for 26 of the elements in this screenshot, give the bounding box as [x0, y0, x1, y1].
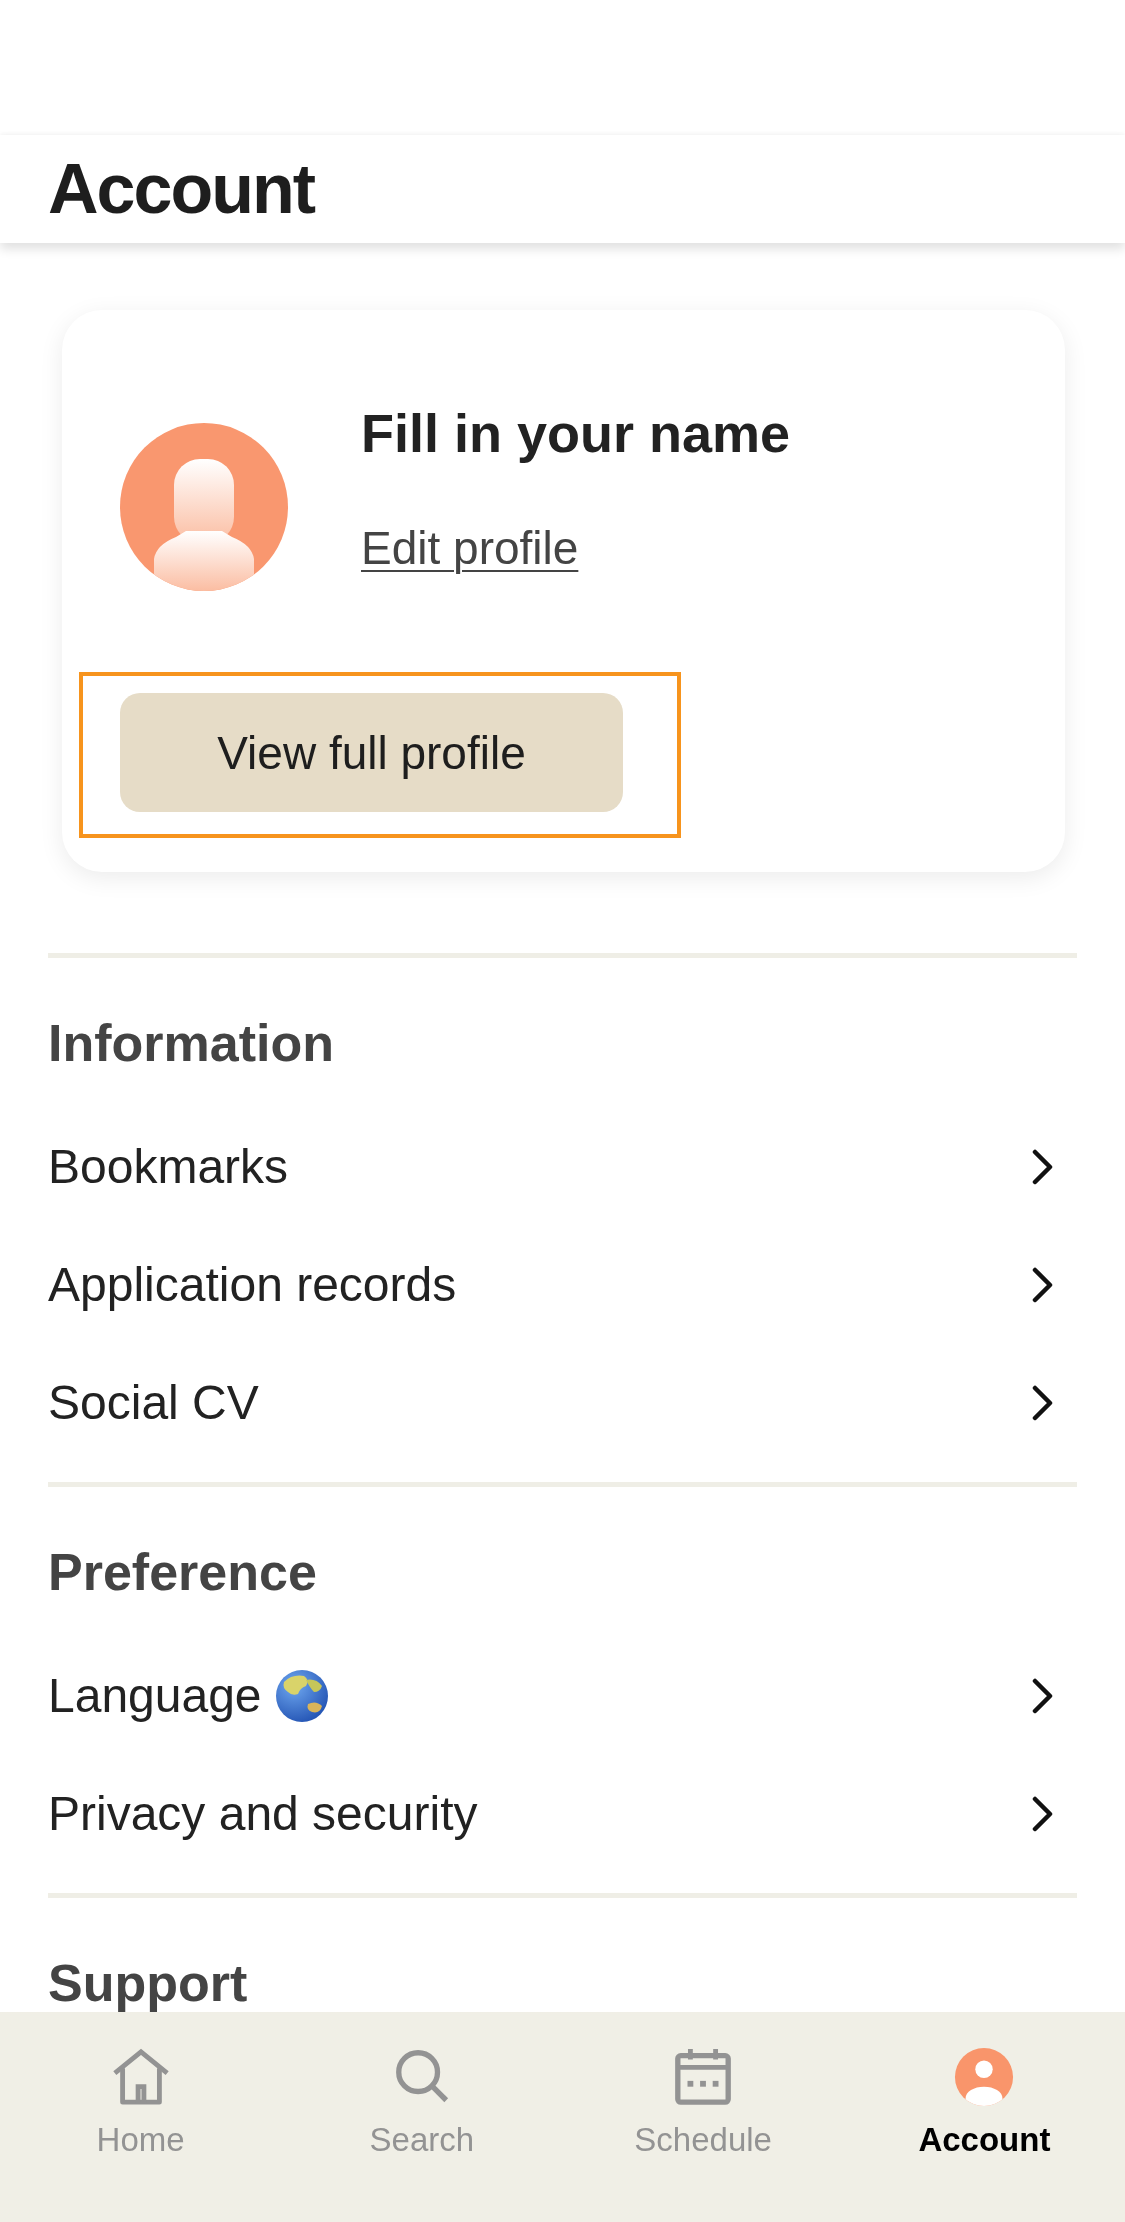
- chevron-right-icon: [1031, 1267, 1055, 1303]
- section-heading: Support: [48, 1953, 249, 2012]
- menu-item-label: Privacy and security: [48, 1786, 478, 1842]
- menu-item[interactable]: Application records: [48, 1226, 1077, 1344]
- menu-item-label: Social CV: [48, 1375, 259, 1431]
- menu-item[interactable]: Bookmarks: [48, 1108, 1077, 1226]
- page-title: Account: [48, 149, 314, 229]
- nav-tab[interactable]: Account: [843, 2012, 1125, 2222]
- account-icon: [953, 2046, 1016, 2108]
- chevron-right-icon: [1031, 1796, 1055, 1832]
- menu-item-label: Bookmarks: [48, 1139, 289, 1195]
- profile-name: Fill in your name: [361, 402, 791, 465]
- section-heading: Preference: [48, 1542, 318, 1603]
- menu-item-label: Application records: [48, 1257, 457, 1313]
- avatar-icon: [120, 423, 288, 591]
- menu-item[interactable]: Privacy and security: [48, 1755, 1077, 1873]
- view-full-profile-button[interactable]: View full profile: [120, 693, 623, 812]
- globe-icon: [275, 1670, 328, 1722]
- section-heading: Information: [48, 1013, 335, 1074]
- menu-item[interactable]: Social CV: [48, 1344, 1077, 1462]
- chevron-right-icon: [1031, 1149, 1055, 1185]
- menu-item[interactable]: Language: [48, 1637, 1077, 1755]
- chevron-right-icon: [1031, 1678, 1055, 1714]
- edit-profile-link[interactable]: Edit profile: [361, 516, 579, 580]
- chevron-right-icon: [1031, 1385, 1055, 1421]
- menu-item-label: Language: [48, 1668, 262, 1724]
